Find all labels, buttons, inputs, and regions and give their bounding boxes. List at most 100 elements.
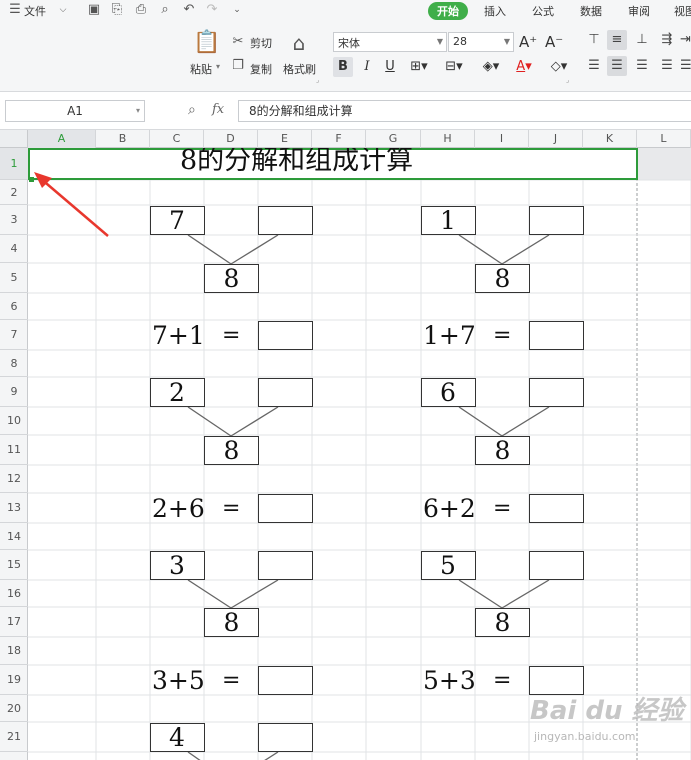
print-preview-icon[interactable]: ⌕: [158, 3, 172, 17]
column-header-b[interactable]: B: [96, 130, 150, 148]
cells-area[interactable]: 8的分解和组成计算 7 8 7+1 = 2 8 2+6 = 3 8 3+5 = 4 1 8 1+7 = 6 8 6+2 =…: [28, 148, 691, 760]
row-header-20[interactable]: 20: [0, 695, 28, 722]
row-header-8[interactable]: 8: [0, 350, 28, 377]
save-icon[interactable]: ▣: [87, 3, 101, 17]
column-header-j[interactable]: J: [529, 130, 583, 148]
column-header-d[interactable]: D: [204, 130, 258, 148]
paste-button[interactable]: 粘贴: [190, 61, 212, 77]
right-answer-box[interactable]: [529, 378, 584, 407]
row-header-12[interactable]: 12: [0, 465, 28, 493]
column-header-k[interactable]: K: [583, 130, 637, 148]
format-painter-button[interactable]: 格式刷: [283, 61, 316, 77]
left-part-box[interactable]: 3: [150, 551, 205, 580]
column-header-c[interactable]: C: [150, 130, 204, 148]
align-left-icon[interactable]: ☰: [584, 56, 604, 76]
left-sum-answer-box[interactable]: [258, 666, 313, 695]
tab-insert[interactable]: 插入: [484, 3, 506, 19]
right-answer-box[interactable]: [529, 206, 584, 235]
left-total-box[interactable]: 8: [204, 264, 259, 293]
hamburger-menu-icon[interactable]: ☰: [8, 3, 22, 17]
align-bottom-icon[interactable]: ⊥: [632, 30, 652, 50]
left-part-box[interactable]: 2: [150, 378, 205, 407]
left-total-box[interactable]: 8: [204, 608, 259, 637]
right-total-box[interactable]: 8: [475, 264, 530, 293]
italic-button[interactable]: I: [357, 57, 377, 77]
cell-l1[interactable]: [638, 148, 691, 180]
export-icon[interactable]: ⎘: [110, 3, 124, 17]
column-header-i[interactable]: I: [475, 130, 529, 148]
row-header-4[interactable]: 4: [0, 235, 28, 263]
row-header-10[interactable]: 10: [0, 407, 28, 435]
chevron-down-icon[interactable]: ⌵: [56, 3, 70, 17]
column-header-e[interactable]: E: [258, 130, 312, 148]
right-sum-answer-box[interactable]: [529, 494, 584, 523]
cut-button[interactable]: 剪切: [250, 35, 272, 51]
row-header-16[interactable]: 16: [0, 580, 28, 607]
column-header-a[interactable]: A: [28, 130, 96, 148]
right-sum-answer-box[interactable]: [529, 321, 584, 350]
font-name-select[interactable]: 宋体 ▼: [333, 32, 447, 52]
format-painter-icon[interactable]: ⌂: [288, 30, 310, 56]
tab-formulas[interactable]: 公式: [532, 3, 554, 19]
row-header-15[interactable]: 15: [0, 550, 28, 580]
undo-icon[interactable]: ↶: [182, 3, 196, 17]
fx-button[interactable]: fx: [212, 102, 224, 117]
row-header-11[interactable]: 11: [0, 435, 28, 465]
right-part-box[interactable]: 1: [421, 206, 476, 235]
border-icon[interactable]: ⊞▾: [404, 57, 434, 77]
justify-icon[interactable]: ☰: [657, 56, 677, 76]
column-header-h[interactable]: H: [421, 130, 475, 148]
paste-icon[interactable]: 📋: [193, 30, 220, 56]
row-header-5[interactable]: 5: [0, 263, 28, 293]
tab-data[interactable]: 数据: [580, 3, 602, 19]
shrink-font-button[interactable]: A⁻: [545, 33, 563, 51]
copy-button[interactable]: 复制: [250, 61, 272, 77]
name-box[interactable]: A1 ▾: [5, 100, 145, 122]
row-header-7[interactable]: 7: [0, 320, 28, 350]
right-part-box[interactable]: 6: [421, 378, 476, 407]
font-expand-icon[interactable]: ⌟: [566, 76, 569, 84]
right-part-box[interactable]: 5: [421, 551, 476, 580]
select-all-corner[interactable]: [0, 130, 28, 148]
row-header-17[interactable]: 17: [0, 607, 28, 637]
paste-dropdown-icon[interactable]: ▾: [216, 62, 220, 71]
row-header-21[interactable]: 21: [0, 722, 28, 752]
left-part-box[interactable]: 7: [150, 206, 205, 235]
right-answer-box[interactable]: [529, 551, 584, 580]
font-color-button[interactable]: A▾: [509, 57, 539, 77]
right-total-box[interactable]: 8: [475, 608, 530, 637]
clear-format-icon[interactable]: ◇▾: [545, 57, 573, 77]
left-total-box[interactable]: 8: [204, 436, 259, 465]
row-header-2[interactable]: 2: [0, 180, 28, 205]
tab-view[interactable]: 视图: [674, 3, 691, 19]
clipboard-expand-icon[interactable]: ⌟: [316, 76, 319, 84]
align-center-icon[interactable]: ☰: [607, 56, 627, 76]
formula-input[interactable]: 8的分解和组成计算: [238, 100, 691, 122]
right-total-box[interactable]: 8: [475, 436, 530, 465]
row-header-14[interactable]: 14: [0, 523, 28, 550]
row-header-18[interactable]: 18: [0, 637, 28, 665]
fill-pattern-icon[interactable]: ⊟▾: [439, 57, 469, 77]
customize-icon[interactable]: ⌄: [230, 3, 244, 17]
left-sum-answer-box[interactable]: [258, 321, 313, 350]
align-top-icon[interactable]: ⊤: [584, 30, 604, 50]
grow-font-button[interactable]: A⁺: [519, 33, 537, 51]
row-header-9[interactable]: 9: [0, 377, 28, 407]
distribute-icon[interactable]: ☰: [680, 56, 691, 76]
underline-button[interactable]: U: [380, 57, 400, 77]
left-answer-box[interactable]: [258, 206, 313, 235]
text-wrap-icon[interactable]: ⇶: [657, 30, 677, 50]
fill-color-icon[interactable]: ◈▾: [476, 57, 506, 77]
indent-icon[interactable]: ⇥: [680, 30, 691, 50]
align-middle-icon[interactable]: ≡: [607, 30, 627, 50]
bold-button[interactable]: B: [333, 57, 353, 77]
row-header-3[interactable]: 3: [0, 205, 28, 235]
align-right-icon[interactable]: ☰: [632, 56, 652, 76]
row-header-19[interactable]: 19: [0, 665, 28, 695]
row-header-22[interactable]: 22: [0, 752, 28, 760]
left-answer-box[interactable]: [258, 551, 313, 580]
row-header-6[interactable]: 6: [0, 293, 28, 320]
print-icon[interactable]: ⎙: [134, 3, 148, 17]
column-header-l[interactable]: L: [637, 130, 691, 148]
zoom-function-icon[interactable]: ⌕: [188, 102, 196, 118]
